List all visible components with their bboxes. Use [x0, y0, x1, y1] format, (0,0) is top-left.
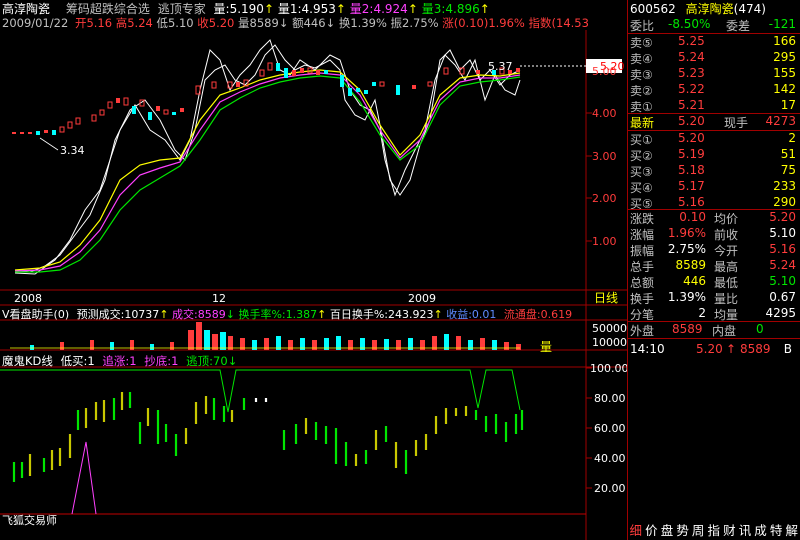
ask-row[interactable]: 卖② 5.22 142 — [628, 82, 800, 98]
kd-sticks — [12, 392, 524, 482]
bid-row[interactable]: 买③ 5.18 75 — [628, 163, 800, 179]
bar-close: 收5.20 — [197, 16, 235, 30]
volume-panel-header: V看盘助手(0) 预测成交:10737↑ 成交:8589↓ 换手率%:1.387… — [2, 308, 573, 321]
kd-panel-header: 魔鬼KD线 低买:1 追涨:1 抄底:1 逃顶:70↓ — [2, 354, 238, 368]
vol-side-label: 量 — [540, 340, 553, 354]
bottom-tab[interactable]: 特 — [768, 521, 784, 540]
bottom-tab[interactable]: 周 — [690, 521, 706, 540]
header-line-2: 2009/01/22 开5.16 高5.24 低5.10 收5.20 量8589… — [2, 16, 589, 30]
kd-y-label-100: 100.00 — [590, 362, 628, 375]
indicator-name-2[interactable]: 逃顶专家 — [158, 2, 206, 16]
kd-escape: 逃顶:70 — [186, 354, 228, 368]
vol-profit: 收益:0.01 — [446, 308, 497, 321]
x-label-12: 12 — [212, 292, 226, 305]
kd-y-label-60: 60.00 — [594, 422, 626, 435]
low-annotation: 3.34 — [60, 144, 85, 157]
stat-row: 换手 1.39% 量比 0.67 — [630, 290, 796, 306]
y-label-1: 1.00 — [592, 235, 617, 248]
ask-row[interactable]: 卖③ 5.23 155 — [628, 66, 800, 82]
latest-row: 最新 5.20 现手 4273 — [630, 114, 796, 130]
vol-float: 流通盘:0.619 — [503, 308, 573, 321]
tick-row: 14:10 5.20 ↑ 8589 B — [630, 342, 792, 356]
kd-y-label-80: 80.00 — [594, 392, 626, 405]
bar-amplitude: 振2.75% — [390, 16, 439, 30]
bar-amount: 额446 — [292, 16, 326, 30]
quote-name: 高淳陶瓷 — [685, 2, 734, 16]
bar-open: 开5.16 — [74, 16, 113, 30]
quote-code: 600562 — [630, 2, 676, 16]
high-annotation: 5.37 — [488, 60, 513, 73]
stat-row: 涨跌 0.10 均价 5.20 — [630, 210, 796, 226]
vol-y-label-2: 10000 — [592, 336, 627, 349]
stat-row: 振幅 2.75% 今开 5.16 — [630, 242, 796, 258]
vol-100day: 百日换手%:243.923 — [329, 308, 434, 321]
kd-title[interactable]: 魔鬼KD线 — [2, 354, 53, 368]
stat-row: 总手 8589 最高 5.24 — [630, 258, 796, 274]
stock-name: 高淳陶瓷 — [2, 2, 51, 16]
bar-index: 指数(14.53 — [528, 16, 589, 30]
vol-panel-title[interactable]: V看盘助手(0) — [2, 308, 69, 321]
quote-header: 600562 高淳陶瓷(474) — [630, 0, 766, 17]
stat-row: 分笔 2 均量 4295 — [630, 306, 796, 322]
inner-outer-row: 外盘 8589 内盘 0 — [630, 322, 764, 338]
wei-bi-row: 委比 -8.50% 委差 -121 — [630, 17, 796, 33]
candlesticks — [12, 62, 520, 135]
bar-volume: 量8589 — [238, 16, 279, 30]
bid-row[interactable]: 买④ 5.17 233 — [628, 179, 800, 195]
y-label-5: 5.00 — [592, 65, 617, 78]
bid-row[interactable]: 买① 5.20 2 — [628, 131, 800, 147]
chart-area[interactable]: 3.34 5.37 5.20 5.00 4.00 3.00 2.00 1.00 … — [0, 30, 628, 540]
bottom-tab[interactable]: 势 — [674, 521, 691, 540]
x-label-2008: 2008 — [14, 292, 42, 305]
vol-value: 量:5.190 — [213, 2, 264, 16]
period-button[interactable]: 日线 — [594, 291, 618, 305]
volume-bars — [30, 322, 521, 350]
bar-change: 涨(0.10)1.96% — [442, 16, 525, 30]
bar-turnover: 换1.39% — [338, 16, 387, 30]
bid-row[interactable]: 买② 5.19 51 — [628, 147, 800, 163]
bottom-tab[interactable]: 成 — [752, 521, 769, 540]
kd-bottom: 抄底:1 — [144, 354, 179, 368]
ask-row[interactable]: 卖⑤ 5.25 166 — [628, 34, 800, 50]
y-label-4: 4.00 — [592, 107, 617, 120]
bottom-tab[interactable]: 解 — [783, 521, 800, 540]
vol-forecast: 预测成交:10737 — [76, 308, 160, 321]
y-label-3: 3.00 — [592, 150, 617, 163]
bottom-tab[interactable]: 讯 — [737, 521, 753, 540]
vol-turnover: 换手率%:1.387 — [238, 308, 318, 321]
kd-buy-low: 低买:1 — [60, 354, 95, 368]
bar-low: 低5.10 — [156, 16, 194, 30]
bottom-tab[interactable]: 指 — [705, 521, 722, 540]
kd-chase: 追涨:1 — [102, 354, 137, 368]
vol-deal: 成交:8589 — [172, 308, 226, 321]
vol-y-label-1: 50000 — [592, 322, 627, 335]
indicator-name[interactable]: 筹码超跌综合选 — [66, 2, 150, 16]
x-label-2009: 2009 — [408, 292, 436, 305]
bottom-tabs: 细价盘势周指财讯成特解 — [628, 521, 800, 540]
watermark: 飞狐交易师 — [2, 513, 57, 527]
stat-row: 涨幅 1.96% 前收 5.10 — [630, 226, 796, 242]
y-label-2: 2.00 — [592, 192, 617, 205]
bottom-tab[interactable]: 价 — [643, 521, 660, 540]
stat-row: 总额 446 最低 5.10 — [630, 274, 796, 290]
ask-row[interactable]: 卖① 5.21 17 — [628, 98, 800, 114]
bar-high: 高5.24 — [115, 16, 153, 30]
vol2-value: 量2:4.924 — [349, 2, 408, 16]
kd-y-label-20: 20.00 — [594, 482, 626, 495]
bottom-tab[interactable]: 盘 — [659, 521, 675, 540]
bottom-tab[interactable]: 细 — [628, 521, 644, 540]
bottom-tab[interactable]: 财 — [721, 521, 738, 540]
bar-date: 2009/01/22 — [2, 16, 69, 30]
kd-y-label-40: 40.00 — [594, 452, 626, 465]
quote-count: (474) — [733, 2, 766, 16]
vol1-value: 量1:4.953 — [277, 2, 336, 16]
vol3-value: 量3:4.896 — [421, 2, 480, 16]
ask-row[interactable]: 卖④ 5.24 295 — [628, 50, 800, 66]
